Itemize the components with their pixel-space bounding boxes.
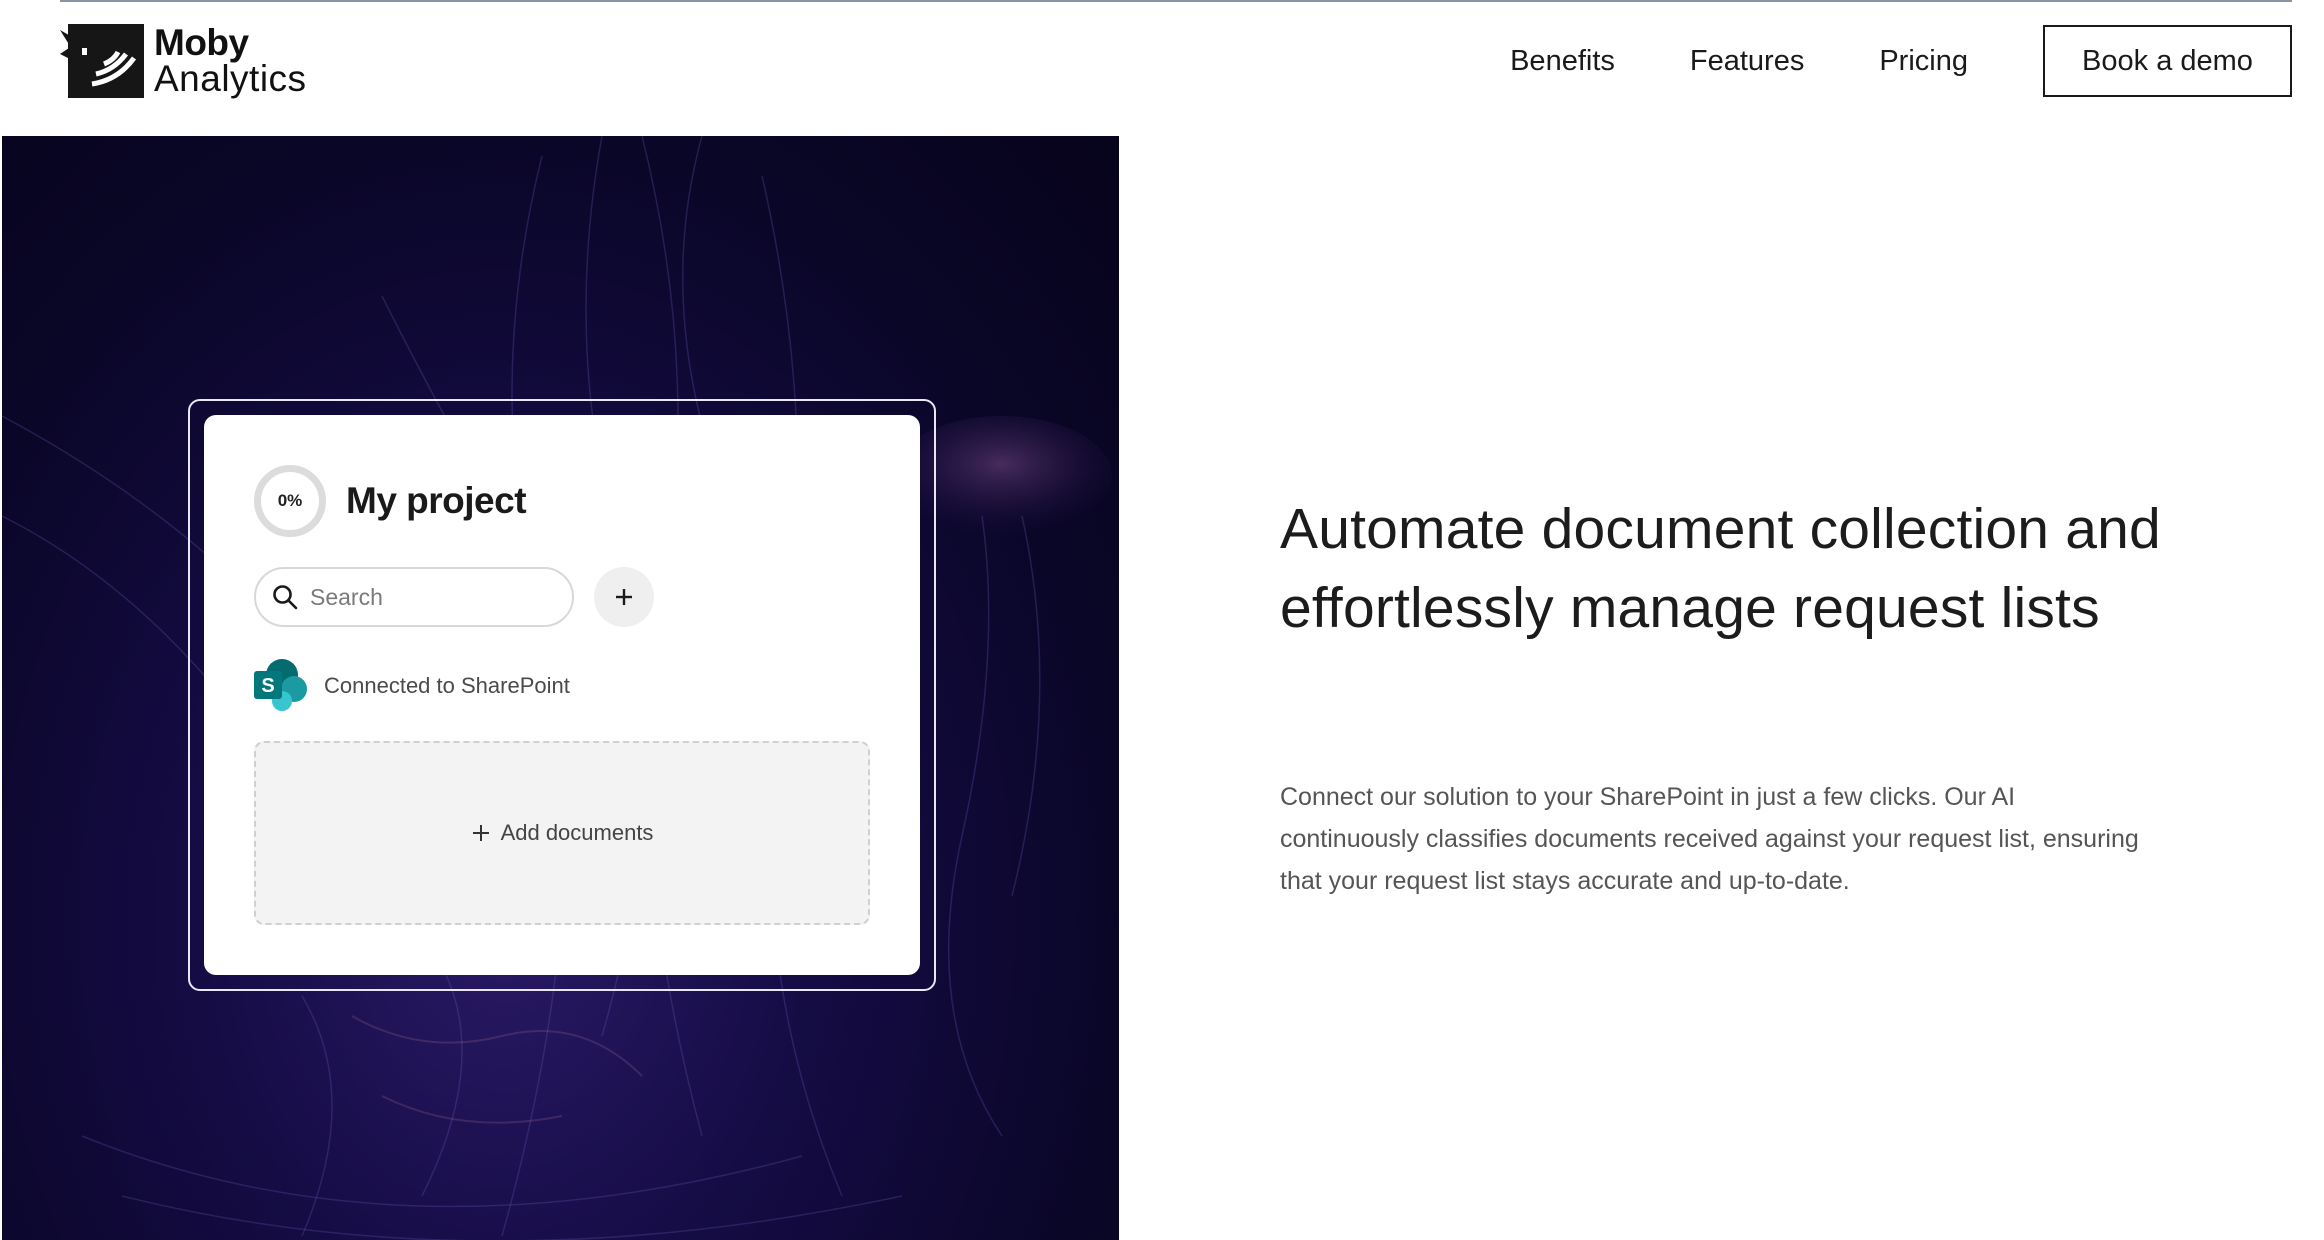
hero-description: Connect our solution to your SharePoint … [1280, 783, 2139, 895]
search-field[interactable] [254, 567, 574, 627]
add-documents-dropzone[interactable]: Add documents [254, 741, 870, 925]
project-card: 0% My project S Con [204, 415, 920, 975]
site-header: Moby Analytics Benefits Features Pricing… [0, 0, 2324, 136]
brand-name: Moby Analytics [154, 22, 307, 99]
nav-link-benefits[interactable]: Benefits [1510, 45, 1615, 78]
project-header: 0% My project [254, 465, 527, 537]
progress-label: 0% [277, 491, 303, 510]
hero-image: 0% My project S Con [2, 136, 1119, 1240]
svg-text:S: S [261, 675, 274, 697]
search-icon [273, 585, 298, 610]
whale-logo-icon [60, 24, 144, 98]
sharepoint-icon: S [254, 659, 307, 711]
main-nav: Benefits Features Pricing Book a demo [1510, 24, 2292, 98]
progress-ring: 0% [254, 465, 326, 537]
brand-name-line1: Moby [154, 22, 249, 63]
hero-headline: Automate document collection and effortl… [1280, 497, 2161, 640]
nav-link-features[interactable]: Features [1690, 45, 1804, 78]
book-demo-button[interactable]: Book a demo [2043, 25, 2292, 97]
add-button[interactable] [594, 567, 654, 627]
integration-status-label: Connected to SharePoint [324, 673, 570, 698]
integration-status: S Connected to SharePoint [254, 657, 570, 715]
brand-name-line2: Analytics [154, 58, 307, 99]
nav-link-pricing[interactable]: Pricing [1879, 45, 1968, 78]
brand-logo[interactable]: Moby Analytics [60, 24, 307, 98]
plus-icon [472, 825, 489, 841]
plus-icon [616, 589, 632, 605]
search-input[interactable] [310, 583, 550, 611]
project-title: My project [346, 480, 527, 521]
add-documents-label: Add documents [500, 820, 654, 845]
